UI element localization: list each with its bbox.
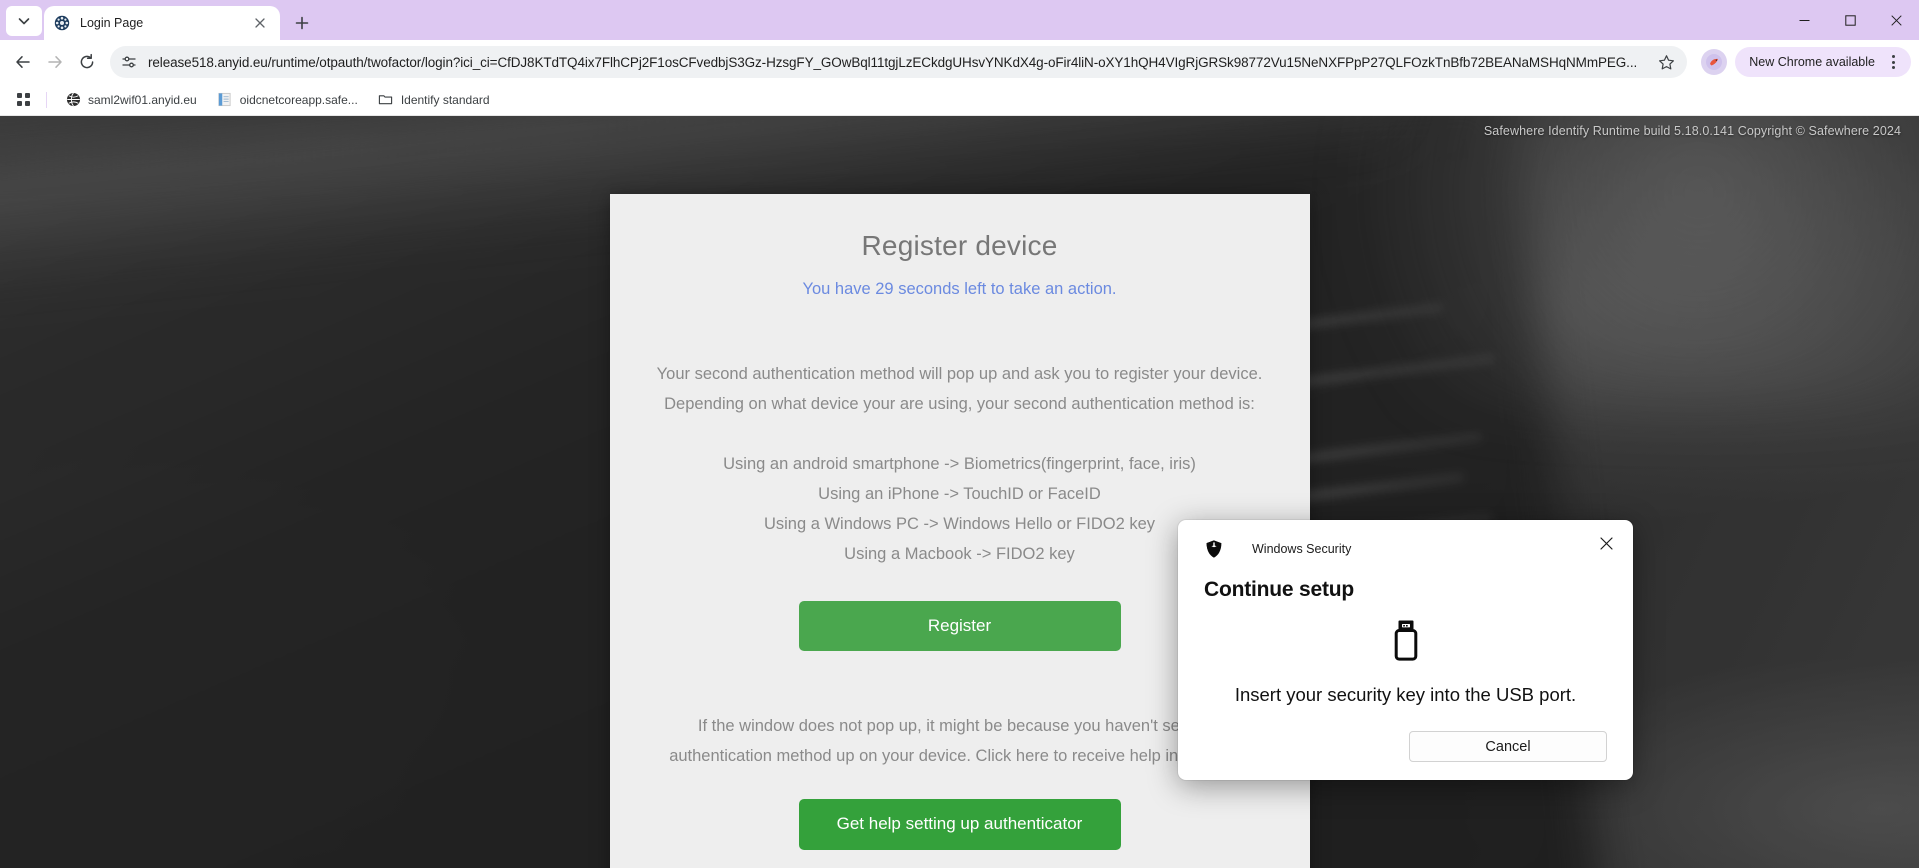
register-button[interactable]: Register bbox=[798, 601, 1121, 652]
chrome-menu-button[interactable] bbox=[1881, 50, 1905, 74]
site-settings-icon[interactable] bbox=[116, 49, 142, 75]
close-icon bbox=[255, 18, 265, 28]
method-item: Using an iPhone -> TouchID or FaceID bbox=[818, 485, 1101, 503]
tab-strip: Login Page bbox=[0, 0, 1919, 40]
maximize-button[interactable] bbox=[1827, 0, 1873, 40]
apps-grid-button[interactable] bbox=[10, 87, 36, 113]
dialog-title: Continue setup bbox=[1204, 578, 1355, 601]
cancel-button[interactable]: Cancel bbox=[1409, 731, 1607, 762]
dot bbox=[1891, 66, 1895, 69]
dialog-brand-label: Windows Security bbox=[1252, 542, 1352, 556]
minimize-button[interactable] bbox=[1781, 0, 1827, 40]
browser-toolbar: release518.anyid.eu/runtime/otpauth/twof… bbox=[0, 40, 1919, 84]
chrome-browser-window: Login Page release518.anyid.eu/runtime/o… bbox=[0, 0, 1919, 868]
plus-icon bbox=[295, 16, 309, 30]
new-tab-button[interactable] bbox=[288, 9, 316, 37]
bookmark-identify-standard[interactable]: Identify standard bbox=[370, 89, 498, 111]
chevron-down-icon bbox=[18, 18, 30, 25]
tab-search-button[interactable] bbox=[6, 6, 42, 36]
bookmarks-bar: saml2wif01.anyid.eu oidcnetcoreapp.safe.… bbox=[0, 84, 1919, 116]
tune-icon bbox=[122, 56, 136, 68]
page-viewport: Safewhere Identify Runtime build 5.18.0.… bbox=[0, 116, 1919, 868]
profile-avatar[interactable] bbox=[1701, 49, 1728, 75]
usb-security-key-icon bbox=[1389, 619, 1423, 666]
reload-button[interactable] bbox=[72, 47, 102, 77]
minimize-icon bbox=[1799, 19, 1809, 21]
new-chrome-available-chip[interactable]: New Chrome available bbox=[1735, 47, 1911, 77]
copyright-text: Safewhere Identify Runtime build 5.18.0.… bbox=[1483, 124, 1901, 138]
windows-security-dialog: Windows Security Continue setup Insert y… bbox=[1178, 520, 1633, 780]
countdown-text: You have 29 seconds left to take an acti… bbox=[802, 280, 1117, 298]
maximize-icon bbox=[1844, 14, 1856, 26]
dialog-actions: Cancel bbox=[1204, 731, 1607, 762]
folder-icon bbox=[378, 92, 394, 108]
page-title: Register device bbox=[861, 230, 1058, 261]
tab-close-button[interactable] bbox=[250, 13, 270, 33]
window-controls bbox=[1781, 0, 1919, 40]
dialog-header: Windows Security bbox=[1204, 534, 1613, 564]
grid-icon bbox=[16, 93, 30, 106]
windows-defender-shield-icon bbox=[1204, 539, 1224, 559]
forward-button[interactable] bbox=[40, 47, 70, 77]
dot bbox=[1891, 55, 1895, 58]
intro-line-1: Your second authentication method will p… bbox=[656, 365, 1263, 383]
star-icon bbox=[1658, 54, 1674, 69]
bird-avatar-icon bbox=[1706, 54, 1723, 70]
intro-line-2: Depending on what device your are using,… bbox=[664, 395, 1255, 413]
bookmark-saml2wif01[interactable]: saml2wif01.anyid.eu bbox=[57, 89, 205, 111]
globe-icon bbox=[65, 92, 81, 108]
bookmarks-separator bbox=[46, 91, 47, 108]
close-icon bbox=[1599, 536, 1613, 550]
tab-title: Login Page bbox=[80, 16, 144, 30]
browser-tab-login-page[interactable]: Login Page bbox=[44, 6, 280, 40]
close-icon bbox=[1890, 14, 1902, 26]
dialog-message: Insert your security key into the USB po… bbox=[1234, 684, 1577, 705]
window-close-button[interactable] bbox=[1873, 0, 1919, 40]
intro-paragraph: Your second authentication method will p… bbox=[644, 359, 1276, 419]
reload-icon bbox=[80, 53, 94, 69]
document-icon bbox=[217, 92, 233, 108]
bookmark-oidcnetcoreapp[interactable]: oidcnetcoreapp.safe... bbox=[209, 89, 366, 111]
dialog-body: Insert your security key into the USB po… bbox=[1204, 602, 1607, 721]
bookmark-label: oidcnetcoreapp.safe... bbox=[239, 92, 358, 107]
method-item: Using an android smartphone -> Biometric… bbox=[723, 455, 1196, 473]
url-text: release518.anyid.eu/runtime/otpauth/twof… bbox=[148, 54, 1638, 70]
back-button[interactable] bbox=[8, 47, 38, 77]
arrow-left-icon bbox=[16, 56, 30, 68]
arrow-right-icon bbox=[48, 56, 62, 68]
bookmark-star-icon[interactable] bbox=[1653, 49, 1679, 75]
dot bbox=[1891, 60, 1895, 64]
address-bar[interactable]: release518.anyid.eu/runtime/otpauth/twof… bbox=[110, 46, 1688, 78]
safewhere-favicon bbox=[54, 15, 70, 31]
chip-label: New Chrome available bbox=[1749, 55, 1875, 69]
dialog-close-button[interactable] bbox=[1589, 528, 1623, 558]
bookmark-label: Identify standard bbox=[400, 92, 490, 107]
get-help-button[interactable]: Get help setting up authenticator bbox=[798, 799, 1121, 850]
bookmark-label: saml2wif01.anyid.eu bbox=[88, 92, 197, 107]
